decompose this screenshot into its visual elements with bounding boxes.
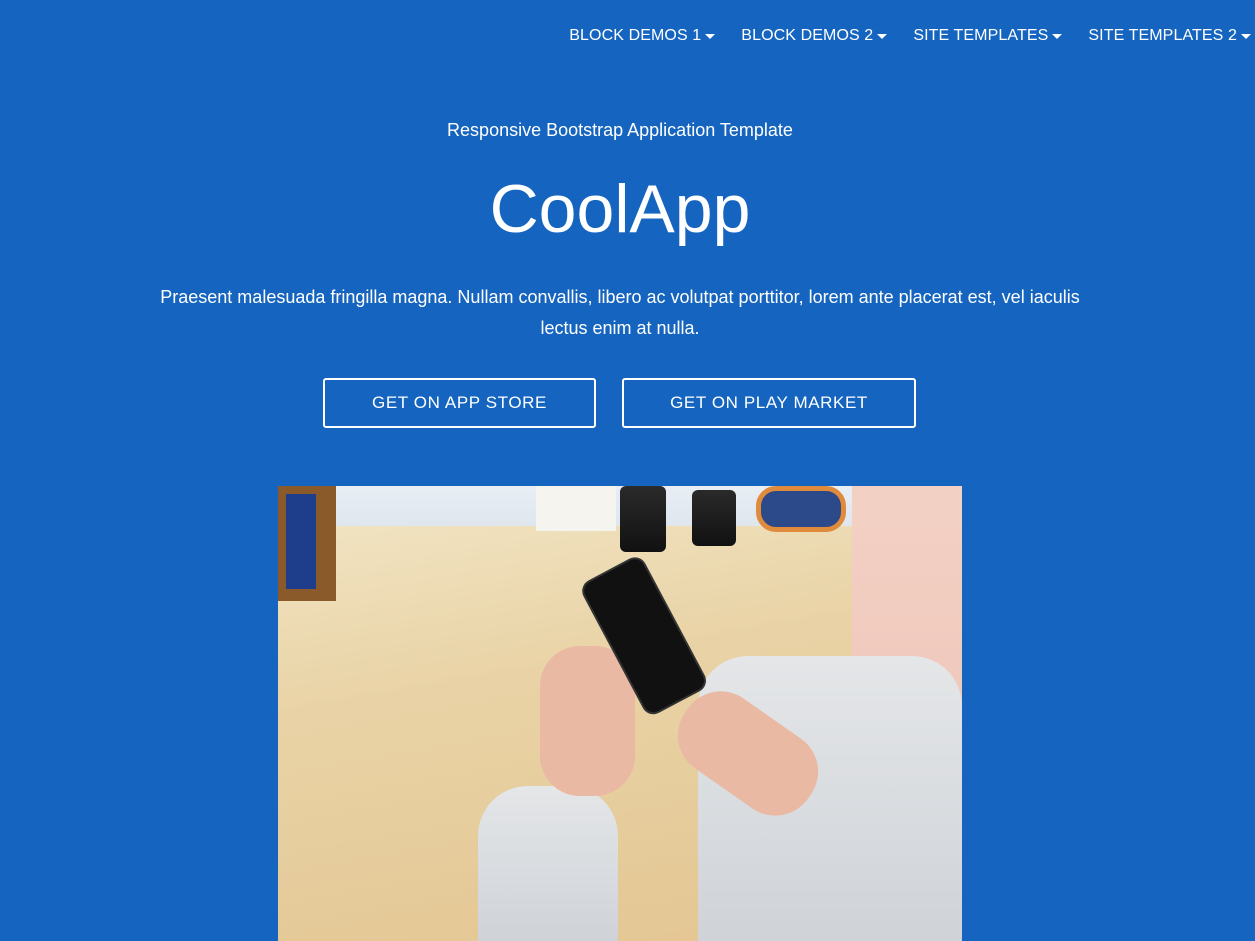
nav-label: BLOCK DEMOS 1: [569, 27, 702, 44]
caret-down-icon: [877, 33, 888, 39]
headphones: [756, 486, 846, 532]
photo-box: [536, 486, 616, 531]
picture-frame: [278, 486, 336, 601]
hero-subtitle: Responsive Bootstrap Application Templat…: [447, 120, 793, 140]
hero-lead: Praesent malesuada fringilla magna. Null…: [160, 287, 1080, 338]
nav-block-demos-1[interactable]: BLOCK DEMOS 1: [569, 27, 719, 45]
camera-lens: [620, 486, 666, 552]
nav-site-templates[interactable]: SITE TEMPLATES: [913, 27, 1066, 45]
hero-title: CoolApp: [489, 171, 751, 247]
camera-lens: [692, 490, 736, 546]
play-market-button[interactable]: GET ON PLAY MARKET: [622, 378, 916, 428]
app-store-button[interactable]: GET ON APP STORE: [323, 378, 596, 428]
caret-down-icon: [705, 33, 716, 39]
nav-block-demos-2[interactable]: BLOCK DEMOS 2: [741, 27, 891, 45]
caret-down-icon: [1241, 33, 1251, 39]
left-hand: [540, 646, 635, 796]
left-sleeve: [478, 786, 618, 941]
nav-label: SITE TEMPLATES 2: [1088, 27, 1237, 44]
nav-label: BLOCK DEMOS 2: [741, 27, 874, 44]
nav-label: SITE TEMPLATES: [913, 27, 1049, 44]
nav-site-templates-2[interactable]: SITE TEMPLATES 2: [1088, 27, 1255, 45]
top-nav: BLOCK DEMOS 1 BLOCK DEMOS 2 SITE TEMPLAT…: [569, 27, 1255, 45]
hero-image: [278, 486, 962, 941]
caret-down-icon: [1052, 33, 1063, 39]
